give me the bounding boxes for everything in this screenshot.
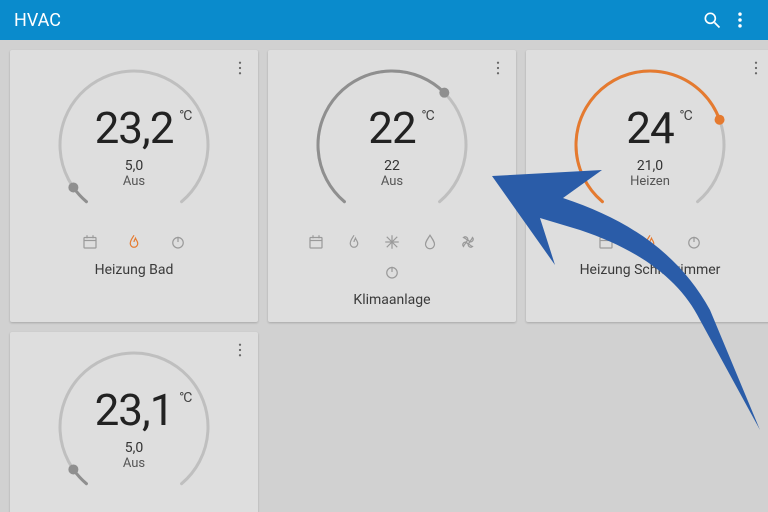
water-icon[interactable] (420, 232, 440, 252)
thermostat-card: 23,2°C 5,0 Aus Heizung Bad (10, 50, 258, 322)
fan-icon[interactable] (458, 232, 478, 252)
mode-icon-row (80, 232, 188, 252)
power-icon[interactable] (382, 262, 402, 282)
power-icon[interactable] (684, 232, 704, 252)
app-bar: HVAC (0, 0, 768, 40)
power-row (382, 262, 402, 282)
search-icon[interactable] (698, 6, 726, 34)
snow-icon[interactable] (382, 232, 402, 252)
card-title: Heizung Schlafzimmer (580, 262, 721, 278)
current-temp: 24°C (626, 102, 673, 154)
cards-grid: 23,2°C 5,0 Aus Heizung Bad 22°C 22 Aus Kli… (0, 40, 768, 512)
thermostat-dial[interactable]: 23,2°C 5,0 Aus (49, 60, 219, 230)
card-menu-icon[interactable] (486, 56, 510, 80)
thermostat-card: 22°C 22 Aus Klimaanlage (268, 50, 516, 322)
calendar-icon[interactable] (596, 232, 616, 252)
flame-icon[interactable] (640, 232, 660, 252)
card-menu-icon[interactable] (744, 56, 768, 80)
thermostat-dial[interactable]: 22°C 22 Aus (307, 60, 477, 230)
calendar-icon[interactable] (306, 232, 326, 252)
thermostat-dial[interactable]: 24°C 21,0 Heizen (565, 60, 735, 230)
thermostat-card: 23,1°C 5,0 Aus (10, 332, 258, 512)
calendar-icon[interactable] (80, 232, 100, 252)
current-temp: 23,2°C (95, 102, 174, 154)
more-icon[interactable] (726, 6, 754, 34)
card-menu-icon[interactable] (228, 338, 252, 362)
mode-icon-row (596, 232, 704, 252)
current-temp: 23,1°C (95, 384, 174, 436)
current-temp: 22°C (368, 102, 415, 154)
flame-icon[interactable] (124, 232, 144, 252)
card-title: Heizung Bad (95, 262, 174, 278)
mode-icon-row (306, 232, 478, 252)
page-title: HVAC (14, 10, 698, 31)
flame-icon[interactable] (344, 232, 364, 252)
thermostat-card: 24°C 21,0 Heizen Heizung Schlafzimmer (526, 50, 768, 322)
card-title: Klimaanlage (353, 292, 430, 308)
power-icon[interactable] (168, 232, 188, 252)
card-menu-icon[interactable] (228, 56, 252, 80)
thermostat-dial[interactable]: 23,1°C 5,0 Aus (49, 342, 219, 512)
